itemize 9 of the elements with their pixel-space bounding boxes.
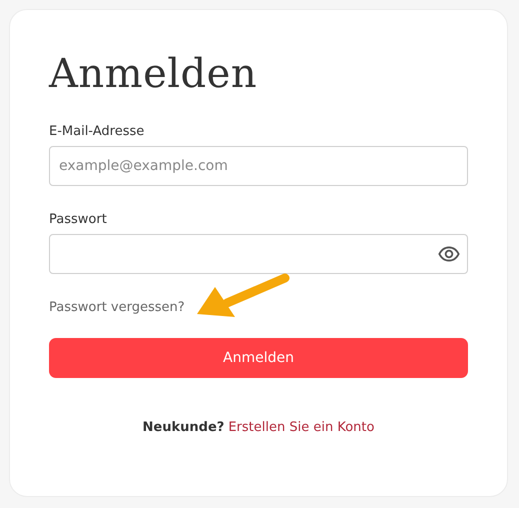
new-customer-label: Neukunde? <box>142 420 224 435</box>
forgot-password-link[interactable]: Passwort vergessen? <box>49 300 185 315</box>
field-label: E-Mail-Adresse <box>49 124 146 139</box>
submit-button[interactable]: Anmelden <box>49 338 468 378</box>
page-title: Anmelden <box>49 50 258 99</box>
create-account-link[interactable]: Erstellen Sie ein Konto <box>228 420 374 435</box>
password-field[interactable] <box>49 234 468 274</box>
field-label: Passwort <box>49 212 108 227</box>
email-field[interactable]: example@example.com <box>49 146 468 186</box>
